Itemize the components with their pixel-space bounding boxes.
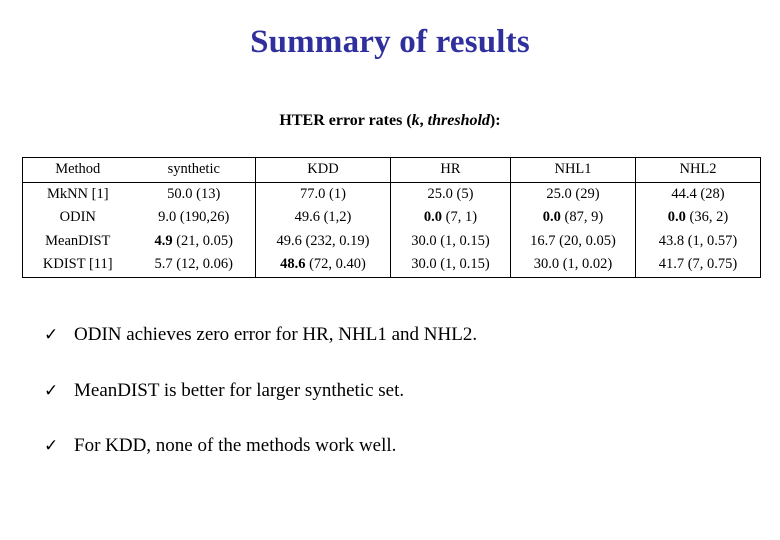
table-cell: 30.0 (1, 0.15) [390,253,511,278]
table-row: MeanDIST 4.9 (21, 0.05) 49.6 (232, 0.19) 30… [23,229,761,254]
cell-value: 49.6 [294,209,320,226]
table-cell: 16.7 (20, 0.05) [510,229,636,254]
table-cell: 9.0 (190,26) [133,206,256,230]
table-cell: 0.0 (87, 9) [510,206,636,230]
cell-params: (21, 0.05) [172,232,234,249]
subtitle-lead: HTER error rates ( [279,112,412,129]
subtitle-k: k [411,112,420,129]
list-item: ✓ MeanDIST is better for larger syntheti… [44,378,744,404]
cell-params: (5) [452,185,474,202]
subtitle: HTER error rates (k, threshold): [0,112,780,130]
cell-method: MkNN [1] [46,185,109,202]
cell-params: (29) [571,185,600,202]
table-cell: 41.7 (7, 0.75) [635,253,761,278]
cell-value: 30.0 [411,232,437,249]
results-table: Method synthetic KDD HR NHL1 NHL2 MkNN [… [22,157,761,278]
column-header-synthetic: synthetic [132,157,256,183]
cell-params: (7, 0.75) [684,256,738,273]
column-header-kdd: KDD [255,157,391,183]
subtitle-threshold: threshold [427,112,490,129]
cell-params: (232, 0.19) [301,232,370,249]
column-header-nhl2: NHL2 [635,157,761,183]
cell-params: (87, 9) [560,209,604,226]
column-header-nhl1: NHL1 [510,157,636,183]
cell-method: MeanDIST [45,232,111,249]
cell-params: (20, 0.05) [555,232,616,249]
subtitle-tail: ): [489,112,501,129]
cell-value: 0.0 [667,209,686,226]
cell-params: (1, 0.57) [684,232,738,249]
cell-value: 16.7 [530,232,556,249]
table-cell: 49.6 (232, 0.19) [255,229,391,254]
page-title: Summary of results [250,24,530,60]
table-cell: 25.0 (5) [390,182,511,207]
table-cell: 0.0 (7, 1) [390,206,511,230]
column-header-hr: HR [390,157,511,183]
table-header-row: Method synthetic KDD HR NHL1 NHL2 [22,157,761,183]
table-cell: 77.0 (1) [255,182,391,207]
cell-params: (12, 0.06) [172,256,234,273]
cell-params: (1) [325,185,346,202]
table-header: Method synthetic KDD HR NHL1 NHL2 [22,157,761,183]
table-cell: 50.0 (13) [133,182,256,206]
cell-params: (190,26) [176,209,230,226]
cell-value: 0.0 [423,209,443,226]
cell-params: (1, 0.15) [436,232,490,249]
table-cell: 48.6 (72, 0.40) [255,253,391,278]
table-row: KDIST [11] 5.7 (12, 0.06) 48.6 (72, 0.40) 3… [23,253,761,278]
table-cell: 30.0 (1, 0.02) [510,253,636,278]
bullet-text: ODIN achieves zero error for HR, NHL1 an… [74,324,478,345]
table-cell: 0.0 (36, 2) [635,206,761,230]
table-cell: 30.0 (1, 0.15) [390,229,511,254]
cell-value: 77.0 [300,185,326,202]
cell-value: 44.4 [671,185,697,202]
cell-params: (1, 0.15) [436,256,490,273]
list-item: ✓ For KDD, none of the methods work well… [44,433,744,459]
bullet-text: For KDD, none of the methods work well. [74,435,397,457]
cell-value: 4.9 [154,232,173,249]
table-body: MkNN [1] 50.0 (13) 77.0 (1) 25.0 (5) 25.0 (2… [23,182,761,278]
table-cell: 25.0 (29) [510,182,636,207]
subtitle-comma: , [419,112,428,129]
table-cell: 43.8 (1, 0.57) [635,229,761,254]
cell-params: (1, 0.02) [559,256,613,273]
table-cell: 44.4 (28) [635,182,761,207]
cell-params: (13) [192,185,221,202]
cell-params: (1,2) [319,209,352,226]
cell-value: 5.7 [154,256,173,273]
cell-method: KDIST [11] [42,256,113,273]
cell-value: 30.0 [411,256,437,273]
cell-params: (28) [696,185,725,202]
bullet-list: ✓ ODIN achieves zero error for HR, NHL1 … [44,322,744,489]
bullet-text: MeanDIST is better for larger synthetic … [74,379,405,401]
cell-value: 49.6 [276,232,302,249]
cell-value: 43.8 [658,232,685,249]
cell-method: ODIN [59,209,96,226]
cell-params: (36, 2) [685,209,729,226]
cell-value: 30.0 [533,256,560,273]
cell-value: 50.0 [167,185,193,202]
checkmark-icon: ✓ [44,325,59,345]
table-cell: 5.7 (12, 0.06) [133,253,256,277]
cell-value: 9.0 [158,209,177,226]
checkmark-icon: ✓ [44,380,59,401]
checkmark-icon: ✓ [44,436,59,457]
cell-value: 25.0 [427,185,453,202]
table-row: MkNN [1] 50.0 (13) 77.0 (1) 25.0 (5) 25.0 (2… [23,182,761,207]
table-row: ODIN 9.0 (190,26) 49.6 (1,2) 0.0 (7, 1) 0.0 … [23,206,761,230]
list-item: ✓ ODIN achieves zero error for HR, NHL1 … [44,322,744,348]
cell-value: 0.0 [542,209,561,226]
column-header-method: Method [22,157,133,183]
cell-value: 48.6 [280,256,306,273]
table-cell: 4.9 (21, 0.05) [133,230,256,254]
cell-params: (72, 0.40) [305,256,366,273]
cell-value: 41.7 [658,256,685,273]
table-cell: 49.6 (1,2) [255,206,391,230]
cell-value: 25.0 [546,185,572,202]
cell-params: (7, 1) [442,209,478,226]
results-table-wrapper: Method synthetic KDD HR NHL1 NHL2 MkNN [… [22,157,761,278]
